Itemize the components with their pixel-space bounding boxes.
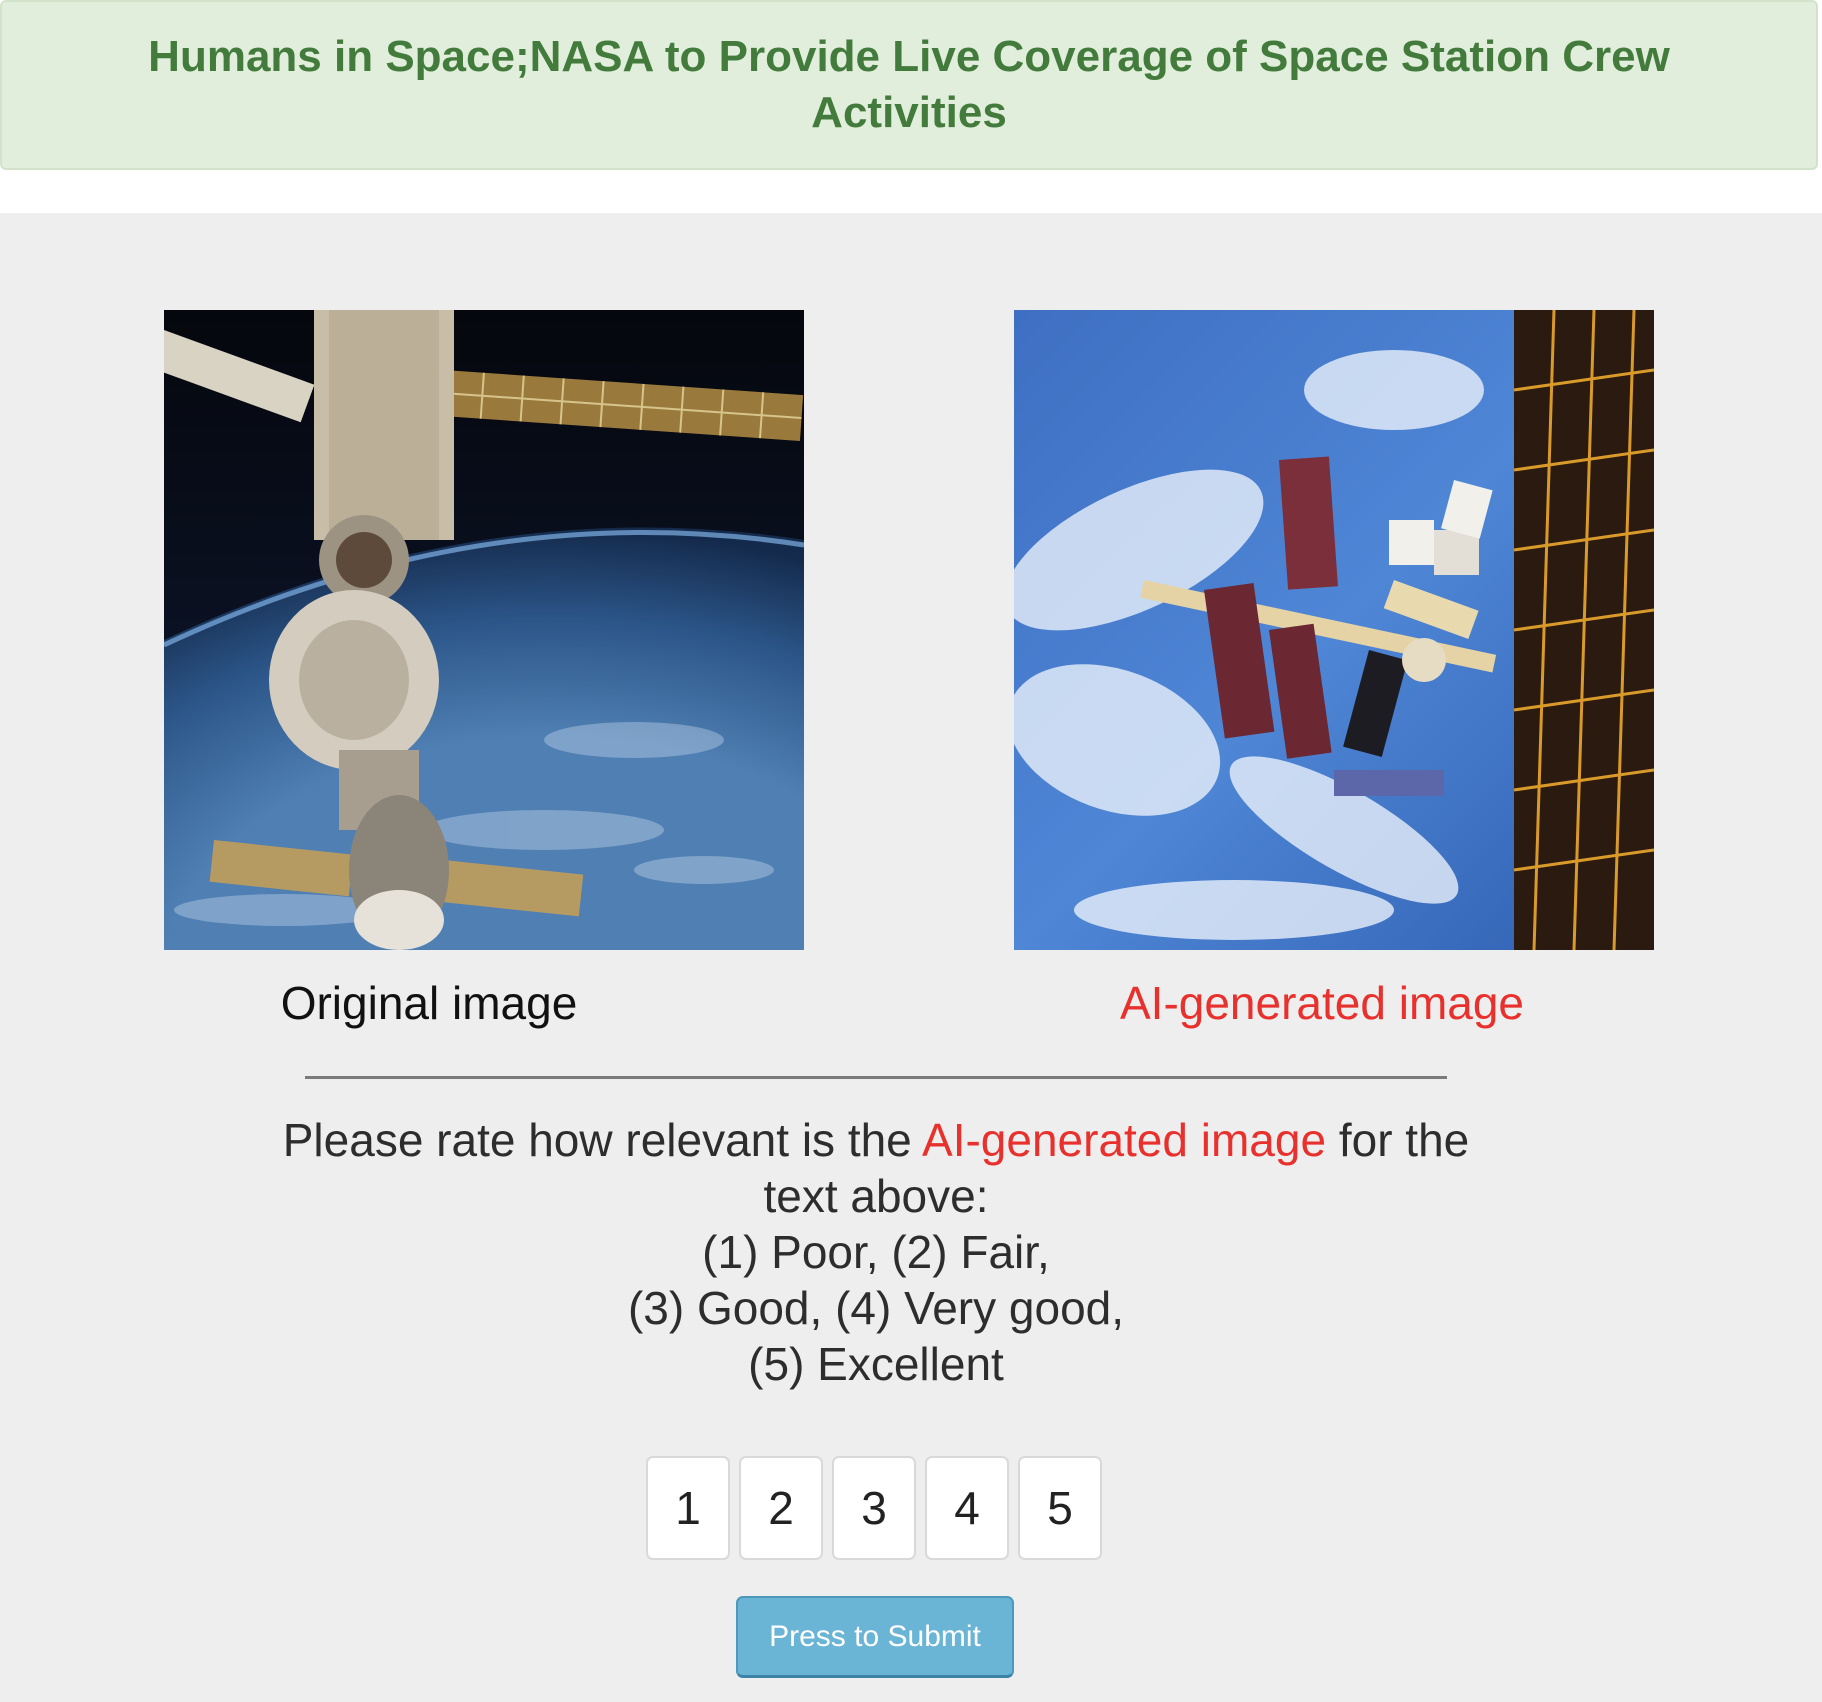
question-highlight: AI-generated image: [922, 1114, 1327, 1166]
submit-button[interactable]: Press to Submit: [736, 1596, 1014, 1678]
title-banner: Humans in Space;NASA to Provide Live Cov…: [0, 0, 1818, 170]
scale-line-1: (1) Poor, (2) Fair,: [702, 1226, 1050, 1278]
rating-buttons: 1 2 3 4 5: [646, 1456, 1102, 1560]
divider: [305, 1076, 1447, 1079]
rating-question: Please rate how relevant is the AI-gener…: [250, 1112, 1502, 1392]
rating-button-5[interactable]: 5: [1018, 1456, 1102, 1560]
page-title: Humans in Space;NASA to Provide Live Cov…: [148, 32, 1670, 137]
original-image: [164, 310, 804, 950]
ai-generated-image-caption: AI-generated image: [1119, 977, 1525, 1029]
rating-button-4[interactable]: 4: [925, 1456, 1009, 1560]
original-image-caption: Original image: [280, 977, 578, 1029]
question-prefix: Please rate how relevant is the: [282, 1114, 923, 1166]
scale-line-2: (3) Good, (4) Very good,: [627, 1282, 1125, 1334]
rating-button-2[interactable]: 2: [739, 1456, 823, 1560]
rating-button-3[interactable]: 3: [832, 1456, 916, 1560]
ai-generated-image: [1014, 310, 1654, 950]
scale-line-3: (5) Excellent: [748, 1338, 1004, 1390]
rating-button-1[interactable]: 1: [646, 1456, 730, 1560]
